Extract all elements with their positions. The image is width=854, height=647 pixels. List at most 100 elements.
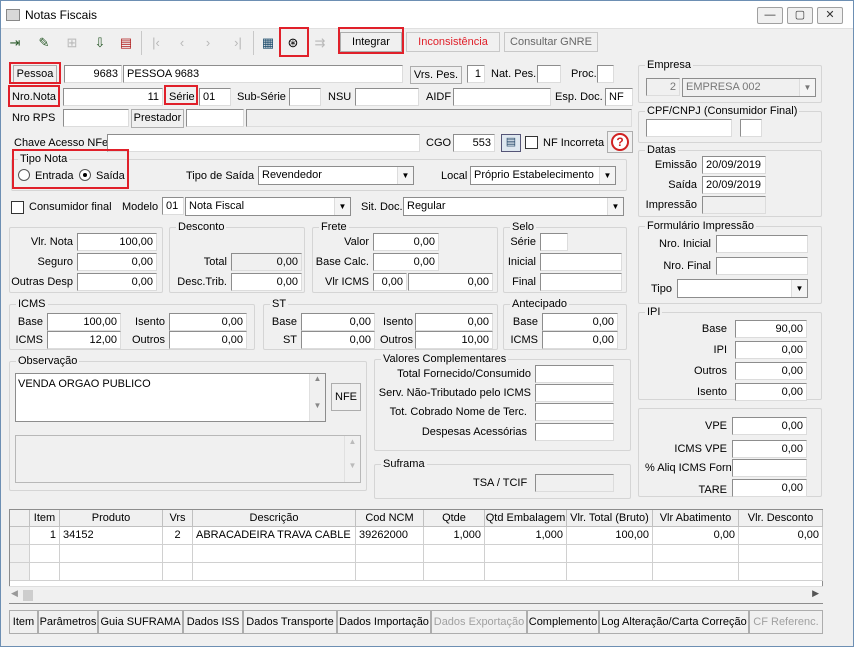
seguro-field[interactable]: 0,00 [77,253,157,271]
ipi-isento-field[interactable]: 0,00 [735,383,807,401]
despesas-field[interactable] [535,423,614,441]
grid-horizontal-scrollbar[interactable]: ◀ ▶ [9,586,823,603]
scroll-left-icon[interactable]: ◀ [11,588,18,599]
tipo-select[interactable]: ▼ [677,279,808,298]
outras-desp-field[interactable]: 0,00 [77,273,157,291]
antecipado-base-field[interactable]: 0,00 [542,313,618,331]
integrar-button[interactable]: Integrar [340,32,402,52]
modelo-select[interactable]: Nota Fiscal ▼ [185,197,351,216]
cgo-field[interactable]: 553 [453,134,495,152]
col-produto[interactable]: Produto [60,510,163,527]
tab-item[interactable]: Item [9,610,38,634]
col-cod-ncm[interactable]: Cod NCM [356,510,424,527]
tab-parametros[interactable]: Parâmetros [38,610,98,634]
help-button[interactable]: ? [607,131,633,153]
st-isento-field[interactable]: 0,00 [415,313,493,331]
pessoa-name[interactable]: PESSOA 9683 [123,65,403,83]
restore-button[interactable]: ▢ [787,7,813,24]
col-vlr-desconto[interactable]: Vlr. Desconto [739,510,823,527]
icms-outros-field[interactable]: 0,00 [169,331,247,349]
export-icon[interactable]: ⇉ [309,32,331,54]
minimize-button[interactable]: — [757,7,783,24]
st-base-field[interactable]: 0,00 [301,313,375,331]
table-cell[interactable]: 0,00 [739,527,823,545]
table-cell[interactable]: 39262000 [356,527,424,545]
tab-guia-suframa[interactable]: Guia SUFRAMA [98,610,183,634]
table-cell[interactable]: 0,00 [653,527,739,545]
observacao-textarea[interactable]: VENDA ORGAO PUBLICO ▲ ▼ [15,373,326,422]
binoculars-icon[interactable]: ⊛ [282,32,304,54]
total-fornecido-field[interactable] [535,365,614,383]
nat-pes-field[interactable] [537,65,561,83]
pessoa-button[interactable]: Pessoa [13,65,57,83]
col-qtde[interactable]: Qtde [424,510,485,527]
next-record-icon[interactable]: › [197,32,219,54]
delete-icon[interactable]: ▤ [115,32,137,54]
observacao-scrollbar[interactable]: ▲ ▼ [309,374,325,421]
icms-icms-field[interactable]: 12,00 [47,331,121,349]
ipi-outros-field[interactable]: 0,00 [735,362,807,380]
subserie-field[interactable] [289,88,321,106]
serie-field[interactable]: 01 [199,88,231,106]
selo-inicial-field[interactable] [540,253,622,271]
col-vlr-total[interactable]: Vlr. Total (Bruto) [567,510,653,527]
inconsistencia-button[interactable]: Inconsistência [406,32,500,52]
modelo-code[interactable]: 01 [162,197,184,215]
ipi-base-field[interactable]: 90,00 [735,320,807,338]
saida-radio[interactable] [79,169,91,181]
tab-cf-referenc[interactable]: CF Referenc. [749,610,823,634]
tab-dados-iss[interactable]: Dados ISS [183,610,243,634]
col-vrs[interactable]: Vrs [163,510,193,527]
icms-vpe-field[interactable]: 0,00 [732,440,807,458]
prestador-code[interactable] [186,109,244,127]
saida-date-field[interactable]: 20/09/2019 [702,176,766,194]
last-record-icon[interactable]: ›| [227,32,249,54]
esp-doc-field[interactable]: NF [605,88,633,106]
ipi-ipi-field[interactable]: 0,00 [735,341,807,359]
vrs-pes-field[interactable]: 1 [467,65,485,83]
grid-icon[interactable]: ▦ [257,32,279,54]
aliq-icms-forn-field[interactable] [732,459,807,477]
nfe-button[interactable]: NFE [331,383,361,411]
cpf-digit-field[interactable] [740,119,762,137]
vlr-nota-field[interactable]: 100,00 [77,233,157,251]
tab-dados-transporte[interactable]: Dados Transporte [243,610,337,634]
vpe-field[interactable]: 0,00 [732,417,807,435]
table-cell[interactable]: 1 [30,527,60,545]
st-outros-field[interactable]: 10,00 [415,331,493,349]
icms-isento-field[interactable]: 0,00 [169,313,247,331]
first-record-icon[interactable]: |‹ [145,32,167,54]
cpf-field[interactable] [646,119,732,137]
nsu-field[interactable] [355,88,419,106]
tare-field[interactable]: 0,00 [732,479,807,497]
aidf-field[interactable] [453,88,551,106]
observacao-secondary-textarea[interactable]: ▲ ▼ [15,435,361,483]
save-icon[interactable]: ⇩ [89,32,111,54]
local-select[interactable]: Próprio Estabelecimento ▼ [470,166,616,185]
col-vlr-abatimento[interactable]: Vlr Abatimento [653,510,739,527]
consumidor-final-checkbox[interactable] [11,201,24,214]
table-cell[interactable]: 1,000 [485,527,567,545]
nro-rps-field[interactable] [63,109,129,127]
col-qtd-embalagem[interactable]: Qtd Embalagem [485,510,567,527]
proc-field[interactable] [597,65,614,83]
table-cell[interactable]: 100,00 [567,527,653,545]
desc-trib-field[interactable]: 0,00 [231,273,302,291]
selo-serie-field[interactable] [540,233,568,251]
prestador-button[interactable]: Prestador [131,109,184,128]
frete-base-field[interactable]: 0,00 [373,253,439,271]
cgo-lookup-icon[interactable]: ▤ [501,134,521,152]
tipo-saida-select[interactable]: Revendedor ▼ [258,166,414,185]
vrs-pes-button[interactable]: Vrs. Pes. [410,66,462,84]
emissao-field[interactable]: 20/09/2019 [702,156,766,174]
nro-final-field[interactable] [716,257,808,275]
nro-nota-field[interactable]: 11 [63,88,163,106]
serv-nao-trib-field[interactable] [535,384,614,402]
scroll-right-icon[interactable]: ▶ [812,588,819,599]
tot-cobrado-field[interactable] [535,403,614,421]
frete-aliq-field[interactable]: 0,00 [373,273,407,291]
prev-record-icon[interactable]: ‹ [171,32,193,54]
st-st-field[interactable]: 0,00 [301,331,375,349]
nro-inicial-field[interactable] [716,235,808,253]
entrada-radio[interactable] [18,169,30,181]
